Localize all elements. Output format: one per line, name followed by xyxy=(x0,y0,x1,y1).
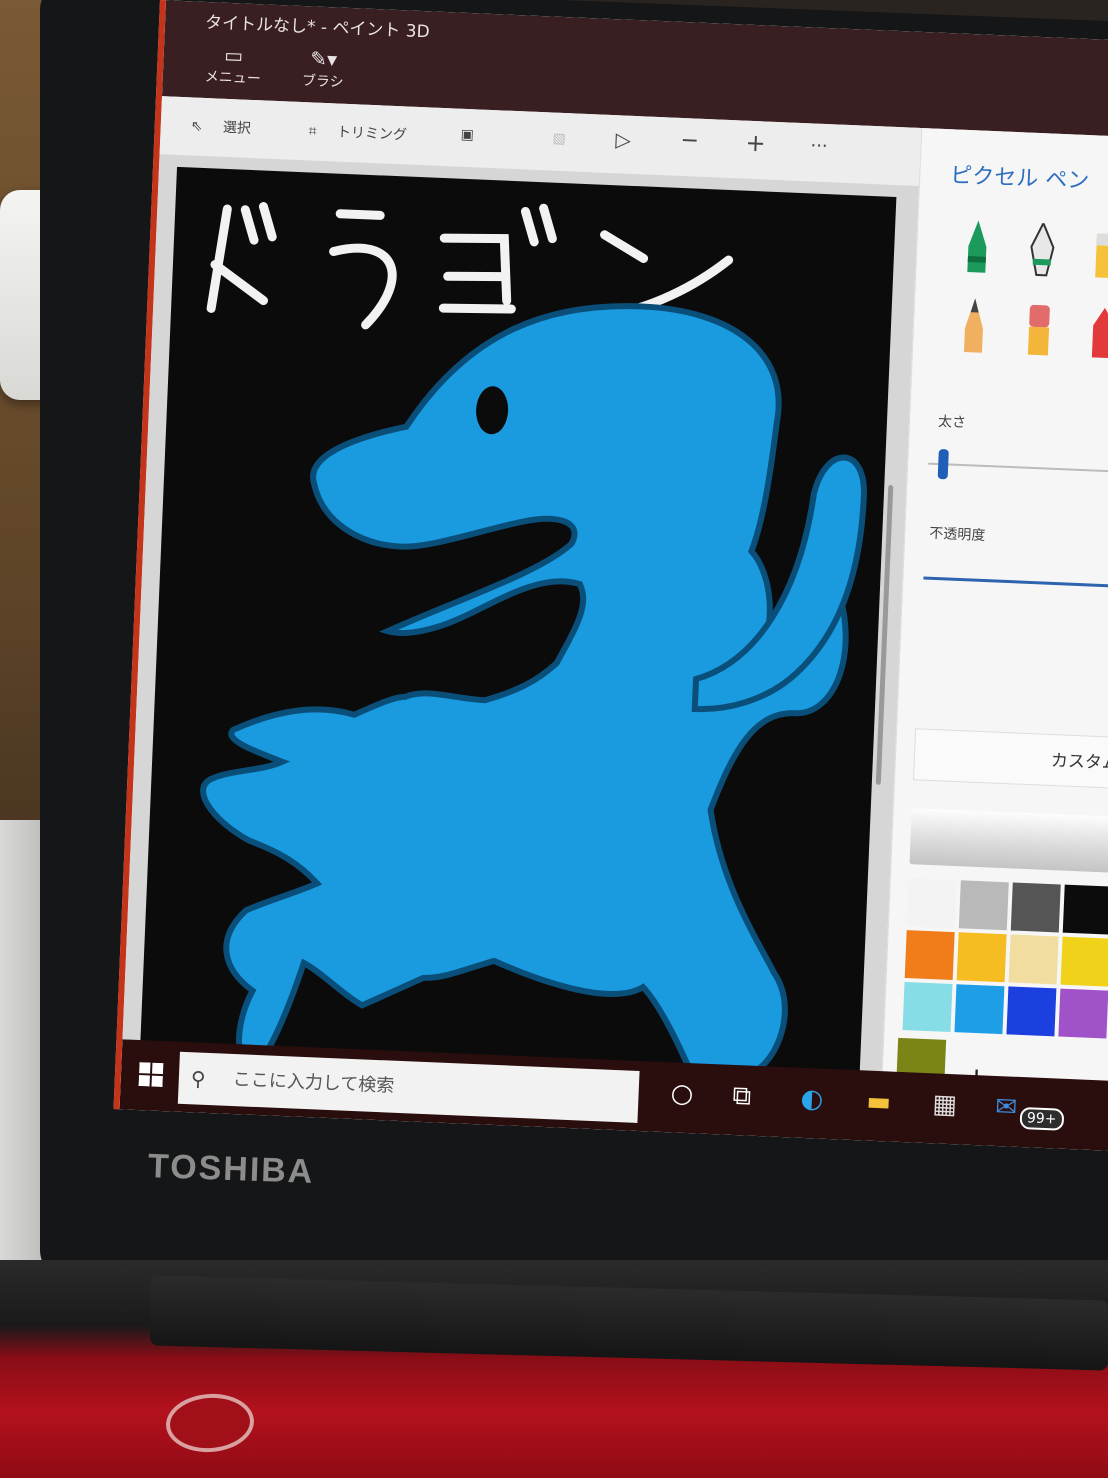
sticker-icon: ▧ xyxy=(552,130,567,148)
color-swatch[interactable] xyxy=(956,932,1007,983)
ellipsis-icon: ··· xyxy=(810,135,829,158)
folder-icon: ▭ xyxy=(223,42,244,68)
custom-color-button[interactable]: カスタム xyxy=(912,728,1108,790)
thickness-label: 太さ xyxy=(937,413,967,432)
select-tool[interactable]: ⇖ 選択 xyxy=(190,115,251,138)
flag-tool[interactable]: ▷ xyxy=(615,127,631,152)
edge-browser-icon[interactable]: ◐ xyxy=(800,1084,824,1115)
brush-panel: ピクセル ペン 太さ 不透明度 カスタム + xyxy=(879,127,1108,1128)
brush-icon: ✎▾ xyxy=(309,46,338,72)
search-icon: ⚲ xyxy=(190,1066,207,1091)
magic-select-icon: ▣ xyxy=(460,126,475,144)
mail-icon[interactable]: ✉ xyxy=(995,1092,1018,1123)
brush-label: ブラシ xyxy=(301,73,344,91)
color-swatch[interactable] xyxy=(1062,884,1108,935)
oil-brush-icon[interactable] xyxy=(1091,225,1108,284)
crop-icon: ⌗ xyxy=(308,123,317,140)
zoom-in-button[interactable]: + xyxy=(745,129,766,158)
cursor-icon: ⇖ xyxy=(190,118,203,135)
color-swatch[interactable] xyxy=(904,930,955,981)
more-button[interactable]: ··· xyxy=(810,135,828,157)
opacity-slider[interactable] xyxy=(923,576,1108,589)
drawing-canvas[interactable] xyxy=(138,166,897,1127)
dragon-drawing xyxy=(200,202,867,1094)
window-title: タイトルなし* - ペイント 3D xyxy=(204,12,431,43)
cortana-icon[interactable]: ○ xyxy=(670,1078,694,1109)
marker-icon[interactable] xyxy=(961,220,993,279)
thickness-slider-track[interactable] xyxy=(928,462,1108,474)
pencil-icon[interactable] xyxy=(958,298,990,357)
panel-title: ピクセル ペン xyxy=(949,163,1090,195)
zoom-out-button[interactable]: − xyxy=(680,128,699,154)
canvas-area xyxy=(120,154,919,1127)
menu-label: メニュー xyxy=(204,68,262,88)
laptop-brand-logo: TOSHIBA xyxy=(147,1147,316,1191)
laptop-screen: タイトルなし* - ペイント 3D ▭ メニュー ✎▾ ブラシ ⇖ 選択 ⌗ ト… xyxy=(113,0,1108,1152)
color-swatch[interactable] xyxy=(958,880,1009,931)
windows-start-icon[interactable] xyxy=(138,1062,164,1088)
color-swatch[interactable] xyxy=(906,878,957,929)
trim-tool[interactable]: ⌗ トリミング xyxy=(308,120,407,144)
color-swatch[interactable] xyxy=(1060,936,1108,987)
minus-icon: − xyxy=(680,127,700,154)
flag-icon: ▷ xyxy=(615,127,632,152)
sticker-tool[interactable]: ▧ xyxy=(552,131,566,148)
eraser-icon[interactable] xyxy=(1023,300,1055,359)
select-label: 選択 xyxy=(222,119,252,137)
mail-badge: 99+ xyxy=(1019,1107,1064,1131)
file-explorer-icon[interactable]: ▬ xyxy=(866,1087,892,1118)
color-swatch[interactable] xyxy=(1008,934,1059,985)
taskbar-search-box[interactable]: ここに入力して検索 xyxy=(177,1051,640,1123)
magic-select-tool[interactable]: ▣ xyxy=(460,127,474,144)
color-gradient-bar[interactable] xyxy=(909,808,1108,874)
color-swatch[interactable] xyxy=(1006,986,1057,1037)
trim-label: トリミング xyxy=(336,124,408,144)
plus-icon: + xyxy=(744,128,767,158)
crayon-icon[interactable] xyxy=(1088,303,1108,362)
thickness-slider-thumb[interactable] xyxy=(937,449,949,480)
color-swatch[interactable] xyxy=(954,984,1005,1035)
color-swatch[interactable] xyxy=(902,982,953,1033)
store-icon[interactable]: ▦ xyxy=(932,1089,958,1120)
task-view-icon[interactable]: ⧉ xyxy=(732,1081,752,1113)
opacity-label: 不透明度 xyxy=(928,525,986,545)
calligraphy-pen-icon[interactable] xyxy=(1026,222,1058,282)
color-swatch[interactable] xyxy=(1010,882,1061,933)
brush-button[interactable]: ✎▾ ブラシ xyxy=(292,46,354,92)
menu-button[interactable]: ▭ メニュー xyxy=(202,42,264,88)
color-swatch[interactable] xyxy=(1058,988,1108,1039)
